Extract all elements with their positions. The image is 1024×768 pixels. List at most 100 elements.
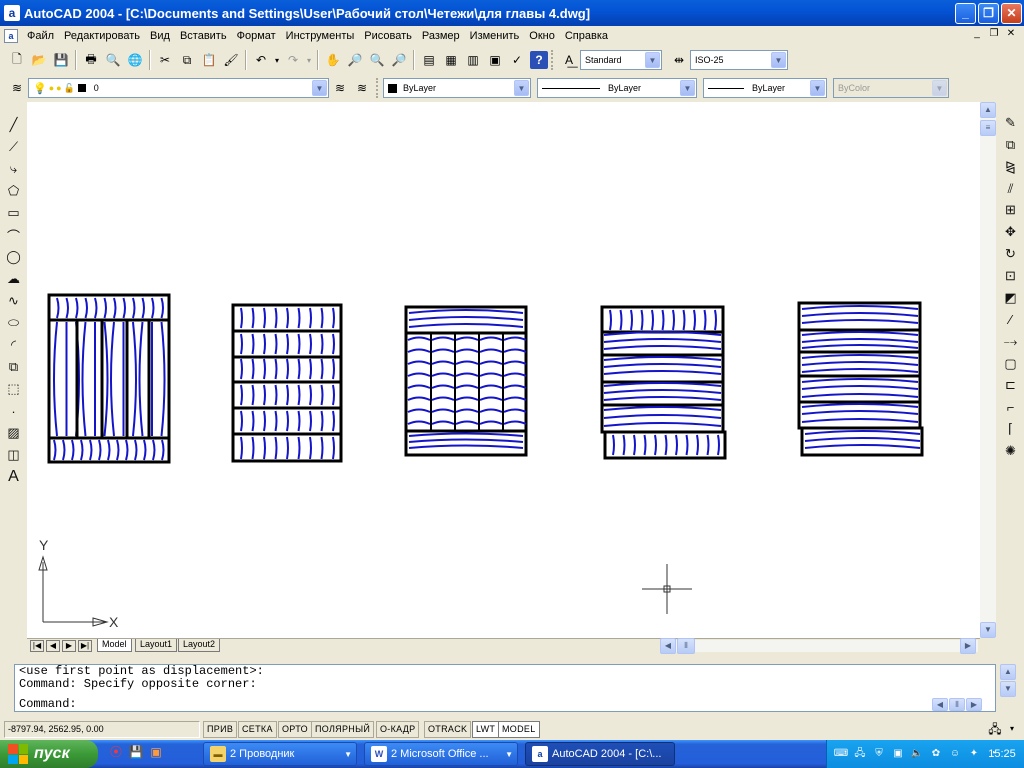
scroll-left-icon[interactable]: ◀ bbox=[932, 698, 948, 711]
redo-dropdown-icon[interactable]: ▾ bbox=[304, 49, 314, 71]
shield-icon[interactable]: ⛨ bbox=[871, 746, 887, 762]
line-icon[interactable]: ╱ bbox=[3, 114, 25, 136]
zoom-window-icon[interactable]: 🔍 bbox=[366, 49, 388, 71]
doc-minimize-button[interactable]: _ bbox=[970, 28, 984, 41]
chevron-down-icon[interactable]: ▼ bbox=[771, 52, 786, 68]
dim-style-select[interactable]: ISO-25 ▼ bbox=[690, 50, 788, 70]
fillet-icon[interactable]: ⌈ bbox=[1000, 418, 1022, 440]
network-icon[interactable]: 🖧 bbox=[852, 746, 868, 762]
point-icon[interactable]: · bbox=[3, 400, 25, 422]
h-scroll-thumb[interactable]: ⦀ bbox=[949, 698, 965, 711]
color-select[interactable]: ByLayer ▼ bbox=[383, 78, 531, 98]
toolbar-grip[interactable] bbox=[551, 50, 555, 70]
close-button[interactable]: ✕ bbox=[1001, 3, 1022, 24]
scroll-right-icon[interactable]: ▶ bbox=[966, 698, 982, 711]
design-center-icon[interactable]: ▦ bbox=[440, 49, 462, 71]
match-properties-icon[interactable]: 🖌 bbox=[220, 49, 242, 71]
doc-close-button[interactable]: ✕ bbox=[1004, 28, 1018, 41]
rectangle-icon[interactable]: ▭ bbox=[3, 202, 25, 224]
layer-previous-icon[interactable]: ≋ bbox=[351, 77, 373, 99]
autocad-app-icon[interactable]: a bbox=[4, 5, 20, 21]
polar-toggle[interactable]: ПОЛЯРНЫЙ bbox=[311, 721, 375, 738]
revision-cloud-icon[interactable]: ☁ bbox=[3, 268, 25, 290]
redo-icon[interactable]: ↷ bbox=[282, 49, 304, 71]
chevron-down-icon[interactable]: ▼ bbox=[312, 80, 327, 96]
text-style-select[interactable]: Standard ▼ bbox=[580, 50, 662, 70]
scroll-down-icon[interactable]: ▼ bbox=[980, 622, 996, 638]
taskbar-item-office[interactable]: W 2 Microsoft Office ... ▼ bbox=[364, 742, 518, 766]
doc-restore-button[interactable]: ❐ bbox=[987, 28, 1001, 41]
speaker-icon[interactable]: 🔈 bbox=[909, 746, 925, 762]
copy-icon[interactable]: ⧉ bbox=[176, 49, 198, 71]
minimize-button[interactable]: _ bbox=[955, 3, 976, 24]
layer-manager-icon[interactable]: ≋ bbox=[6, 77, 28, 99]
tab-layout1[interactable]: Layout1 bbox=[135, 639, 178, 652]
make-block-icon[interactable]: ⬚ bbox=[3, 378, 25, 400]
chevron-down-icon[interactable]: ▼ bbox=[514, 80, 529, 96]
markup-icon[interactable]: ✓ bbox=[506, 49, 528, 71]
chevron-down-icon[interactable]: ▼ bbox=[680, 80, 695, 96]
status-menu-icon[interactable]: ▾ bbox=[1006, 720, 1018, 738]
menu-modify[interactable]: Изменить bbox=[465, 30, 525, 42]
paste-icon[interactable]: 📋 bbox=[198, 49, 220, 71]
prev-tab-icon[interactable]: ◀ bbox=[46, 640, 60, 652]
acrobat-icon[interactable]: ⦿ bbox=[108, 744, 124, 760]
break-at-point-icon[interactable]: ▢ bbox=[1000, 353, 1022, 375]
vertical-scrollbar[interactable]: ▲ ≡ ▼ bbox=[980, 102, 996, 638]
undo-dropdown-icon[interactable]: ▾ bbox=[272, 49, 282, 71]
keyboard-icon[interactable]: ⌨ bbox=[833, 746, 849, 762]
messenger-icon[interactable]: ☺ bbox=[947, 746, 963, 762]
region-icon[interactable]: ◫ bbox=[3, 444, 25, 466]
chevron-down-icon[interactable]: ▼ bbox=[810, 80, 825, 96]
offset-icon[interactable]: ⫽ bbox=[1000, 178, 1022, 200]
menu-tools[interactable]: Инструменты bbox=[281, 30, 360, 42]
lwt-toggle[interactable]: LWT bbox=[472, 721, 500, 738]
chamfer-icon[interactable]: ⌐ bbox=[1000, 396, 1022, 418]
new-icon[interactable]: 🗋 bbox=[6, 49, 28, 71]
array-icon[interactable]: ⊞ bbox=[1000, 200, 1022, 222]
properties-icon[interactable]: ▤ bbox=[418, 49, 440, 71]
open-icon[interactable]: 📂 bbox=[28, 49, 50, 71]
scroll-up-icon[interactable]: ▲ bbox=[1000, 664, 1016, 680]
tab-model[interactable]: Model bbox=[97, 639, 132, 652]
lineweight-select[interactable]: ByLayer ▼ bbox=[703, 78, 827, 98]
command-prompt[interactable]: Command: bbox=[19, 698, 995, 711]
command-h-scrollbar[interactable]: ◀ ⦀ ▶ bbox=[932, 698, 982, 711]
tool-palettes-icon[interactable]: ▥ bbox=[462, 49, 484, 71]
undo-icon[interactable]: ↶ bbox=[250, 49, 272, 71]
arc-icon[interactable]: ⌒ bbox=[3, 224, 25, 246]
zoom-realtime-icon[interactable]: 🔎 bbox=[344, 49, 366, 71]
save-icon[interactable]: 💾 bbox=[50, 49, 72, 71]
menu-format[interactable]: Формат bbox=[232, 30, 281, 42]
last-tab-icon[interactable]: ▶| bbox=[78, 640, 92, 652]
scale-icon[interactable]: ⊡ bbox=[1000, 265, 1022, 287]
command-scrollbar[interactable]: ▲ ▼ bbox=[1000, 664, 1016, 698]
first-tab-icon[interactable]: |◀ bbox=[30, 640, 44, 652]
construction-line-icon[interactable]: ⟋ bbox=[3, 136, 25, 158]
taskbar-item-autocad[interactable]: a AutoCAD 2004 - [C:\... bbox=[525, 742, 675, 766]
next-tab-icon[interactable]: ▶ bbox=[62, 640, 76, 652]
multiline-text-icon[interactable]: A bbox=[3, 466, 25, 488]
display-icon[interactable]: ▣ bbox=[890, 746, 906, 762]
copy-object-icon[interactable]: ⧉ bbox=[1000, 134, 1022, 156]
tab-layout2[interactable]: Layout2 bbox=[178, 639, 221, 652]
scroll-thumb[interactable]: ≡ bbox=[980, 120, 996, 136]
snap-toggle[interactable]: ПРИВ bbox=[203, 721, 238, 738]
circle-icon[interactable]: ◯ bbox=[3, 246, 25, 268]
grid-toggle[interactable]: СЕТКА bbox=[238, 721, 277, 738]
cut-icon[interactable]: ✂ bbox=[154, 49, 176, 71]
break-icon[interactable]: ⊏ bbox=[1000, 375, 1022, 397]
explode-icon[interactable]: ✺ bbox=[1000, 440, 1022, 462]
layer-select[interactable]: 💡 ● ● 🔓 0 ▼ bbox=[28, 78, 329, 98]
antivirus-icon[interactable]: ✿ bbox=[928, 746, 944, 762]
otrack-toggle[interactable]: OTRACK bbox=[424, 721, 472, 738]
horizontal-scrollbar[interactable]: ◀ ⦀ ▶ bbox=[660, 638, 978, 654]
scroll-left-icon[interactable]: ◀ bbox=[660, 638, 676, 654]
menu-file[interactable]: Файл bbox=[22, 30, 59, 42]
floppy-icon[interactable]: 💾 bbox=[128, 744, 144, 760]
linetype-select[interactable]: ByLayer ▼ bbox=[537, 78, 697, 98]
dbconnect-icon[interactable]: ▣ bbox=[484, 49, 506, 71]
ellipse-arc-icon[interactable]: ◜ bbox=[3, 334, 25, 356]
toolbar-grip[interactable] bbox=[376, 78, 380, 98]
scroll-down-icon[interactable]: ▼ bbox=[1000, 681, 1016, 697]
